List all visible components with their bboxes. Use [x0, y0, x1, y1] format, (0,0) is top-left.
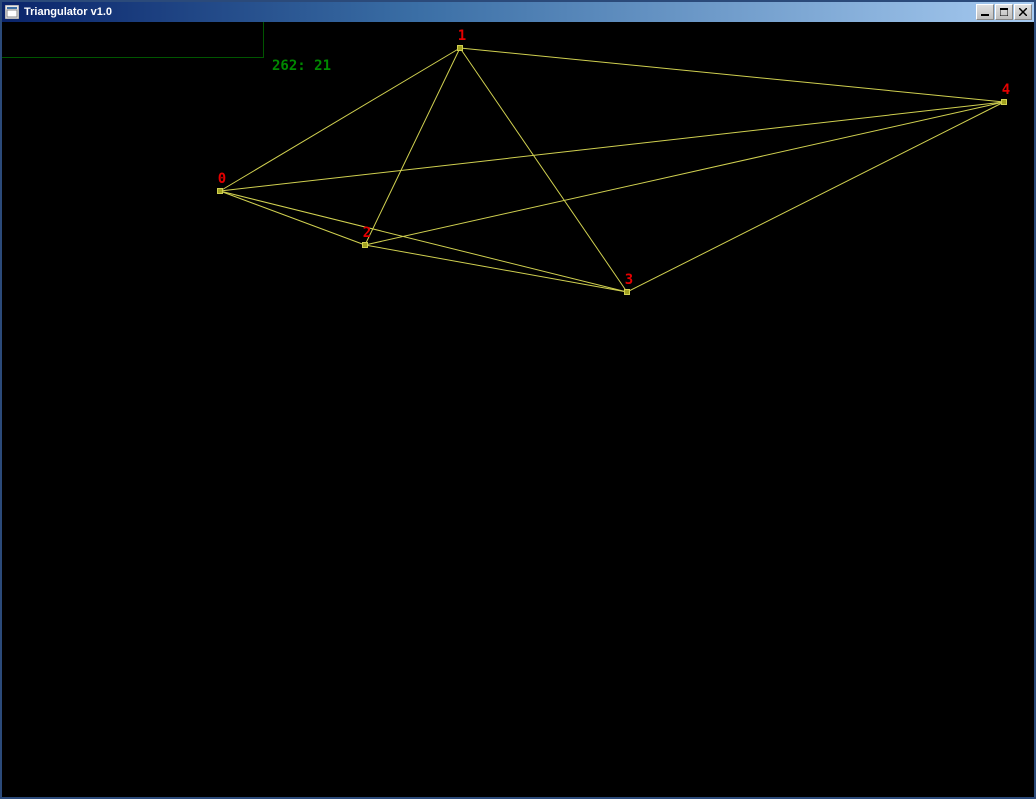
- edge: [460, 48, 627, 292]
- minimize-icon: [981, 8, 989, 16]
- vertex-point[interactable]: [363, 243, 368, 248]
- app-window: Triangulator v1.0 262:: [0, 0, 1036, 799]
- window-controls: [975, 4, 1032, 20]
- edge: [627, 102, 1004, 292]
- canvas-area[interactable]: 262: 21 01234: [2, 22, 1034, 797]
- close-icon: [1019, 8, 1027, 16]
- titlebar[interactable]: Triangulator v1.0: [2, 2, 1034, 22]
- edge: [220, 191, 365, 245]
- minimize-button[interactable]: [976, 4, 994, 20]
- triangulation-canvas[interactable]: [2, 22, 1034, 797]
- window-title: Triangulator v1.0: [24, 6, 975, 18]
- maximize-icon: [1000, 8, 1008, 16]
- edge: [460, 48, 1004, 102]
- edge: [220, 191, 627, 292]
- edge: [220, 48, 460, 191]
- app-icon: [4, 4, 20, 20]
- edge: [220, 102, 1004, 191]
- maximize-button[interactable]: [995, 4, 1013, 20]
- edge: [365, 48, 460, 245]
- vertex-point[interactable]: [625, 290, 630, 295]
- vertex-point[interactable]: [218, 189, 223, 194]
- vertex-point[interactable]: [458, 46, 463, 51]
- close-button[interactable]: [1014, 4, 1032, 20]
- vertex-point[interactable]: [1002, 100, 1007, 105]
- edge: [365, 245, 627, 292]
- edge: [365, 102, 1004, 245]
